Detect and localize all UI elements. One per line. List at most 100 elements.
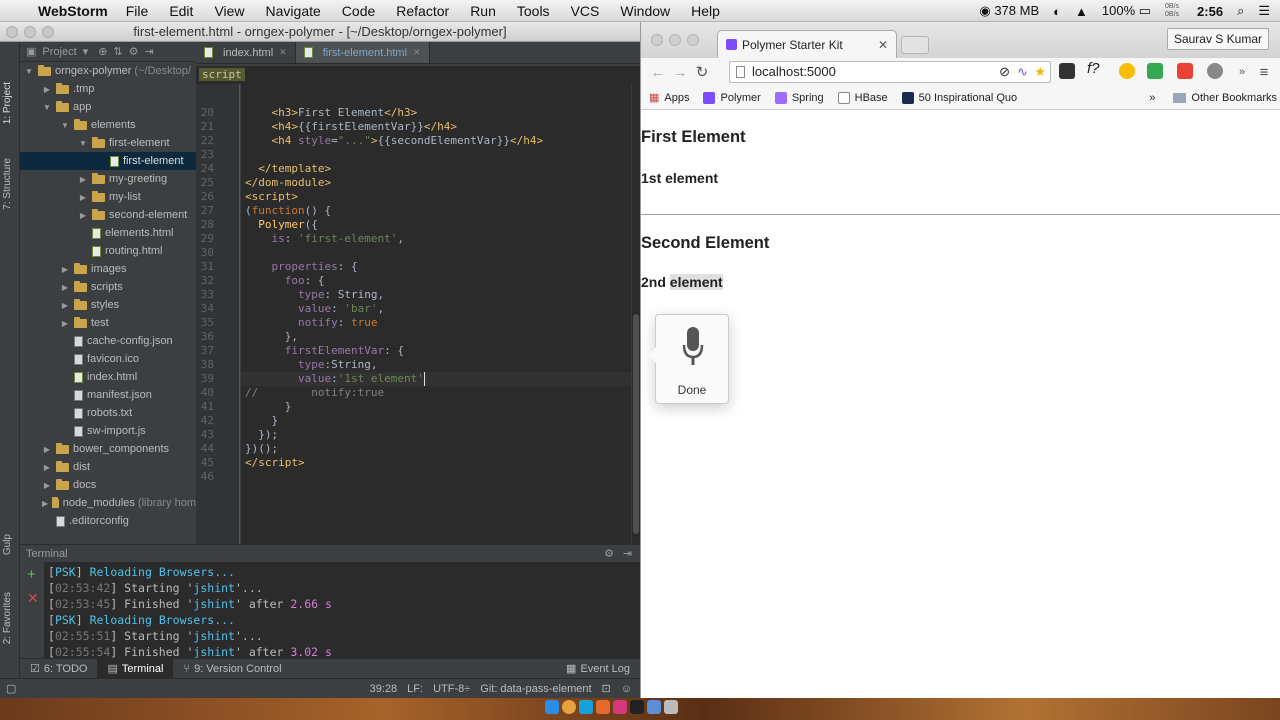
hide-panel-icon[interactable]: ⇥ bbox=[145, 45, 154, 58]
tree-item[interactable]: ▶ node_modules (library hom bbox=[20, 494, 196, 512]
gear-icon[interactable]: ⚙ bbox=[604, 545, 614, 563]
close-tab-icon[interactable]: ✕ bbox=[279, 47, 287, 58]
menu-view[interactable]: View bbox=[214, 3, 244, 19]
chevron-right-icon[interactable]: ▶ bbox=[42, 499, 48, 508]
editor-tab-index-html[interactable]: index.html ✕ bbox=[196, 42, 296, 63]
tree-item[interactable]: ▶ styles bbox=[20, 296, 196, 314]
tree-item[interactable]: ▶ bower_components bbox=[20, 440, 196, 458]
address-bar[interactable]: localhost:5000 ⊘ ∿ ★ bbox=[729, 61, 1051, 83]
chevron-down-icon[interactable]: ▼ bbox=[78, 139, 88, 148]
notification-center-icon[interactable]: ☰ bbox=[1258, 3, 1270, 19]
new-tab-button[interactable] bbox=[901, 36, 929, 54]
menu-window[interactable]: Window bbox=[620, 3, 670, 19]
chrome-icon[interactable] bbox=[562, 700, 576, 714]
browser-tab[interactable]: Polymer Starter Kit ✕ bbox=[717, 30, 897, 58]
chevron-right-icon[interactable]: ▶ bbox=[42, 85, 52, 94]
caret-position[interactable]: 39:28 bbox=[370, 683, 398, 695]
close-tab-icon[interactable]: ✕ bbox=[878, 38, 888, 52]
chevron-down-icon[interactable]: ▾ bbox=[83, 45, 89, 58]
tree-item[interactable]: ▶ scripts bbox=[20, 278, 196, 296]
chevron-right-icon[interactable]: ▶ bbox=[42, 481, 52, 490]
chevron-down-icon[interactable]: ▼ bbox=[60, 121, 70, 130]
other-bookmarks[interactable]: Other Bookmarks bbox=[1173, 92, 1277, 104]
extension-icon[interactable]: ∿ bbox=[1017, 62, 1028, 82]
back-icon[interactable]: ← bbox=[647, 64, 669, 81]
extension-fx-icon[interactable]: f? bbox=[1087, 60, 1103, 77]
menu-run[interactable]: Run bbox=[470, 3, 496, 19]
lock-icon[interactable]: ⊡ bbox=[602, 682, 611, 695]
chrome-menu-icon[interactable]: ≡ bbox=[1253, 64, 1275, 81]
menu-file[interactable]: File bbox=[126, 3, 149, 19]
status-toggle-icon[interactable]: ▢ bbox=[6, 682, 16, 695]
trash-icon[interactable] bbox=[664, 700, 678, 714]
zoom-window-button[interactable] bbox=[687, 34, 699, 46]
menu-vcs[interactable]: VCS bbox=[571, 3, 600, 19]
menu-navigate[interactable]: Navigate bbox=[266, 3, 321, 19]
tree-item[interactable]: ▶ docs bbox=[20, 476, 196, 494]
minimize-window-button[interactable] bbox=[24, 26, 36, 38]
chevron-down-icon[interactable]: ▼ bbox=[42, 103, 52, 112]
chevron-right-icon[interactable]: ▶ bbox=[78, 193, 88, 202]
tree-item[interactable]: .editorconfig bbox=[20, 512, 196, 530]
chevron-right-icon[interactable]: ▶ bbox=[42, 445, 52, 454]
tree-item[interactable]: ▶ my-greeting bbox=[20, 170, 196, 188]
forward-icon[interactable]: → bbox=[669, 64, 691, 81]
tree-item[interactable]: index.html bbox=[20, 368, 196, 386]
chevron-right-icon[interactable]: ▶ bbox=[42, 463, 52, 472]
structure-tool-tab[interactable]: 7: Structure bbox=[2, 158, 13, 210]
bookmark-star-icon[interactable]: ★ bbox=[1034, 62, 1046, 82]
minimize-window-button[interactable] bbox=[669, 34, 681, 46]
extension-pinwheel-icon[interactable] bbox=[1147, 63, 1163, 79]
favorites-tool-tab[interactable]: 2: Favorites bbox=[2, 592, 13, 644]
tree-item[interactable]: ▼ app bbox=[20, 98, 196, 116]
extension-drive-icon[interactable] bbox=[1177, 63, 1193, 79]
tree-item[interactable]: ▼ elements bbox=[20, 116, 196, 134]
chevron-right-icon[interactable]: ▶ bbox=[60, 301, 70, 310]
chevron-down-icon[interactable]: ▼ bbox=[24, 67, 34, 76]
new-session-icon[interactable]: + bbox=[27, 566, 36, 583]
menu-edit[interactable]: Edit bbox=[169, 3, 193, 19]
tree-item[interactable]: sw-import.js bbox=[20, 422, 196, 440]
project-tool-tab[interactable]: 1: Project bbox=[2, 82, 13, 124]
tree-item[interactable]: favicon.ico bbox=[20, 350, 196, 368]
tab-terminal[interactable]: ▤ Terminal bbox=[97, 658, 174, 679]
file-encoding[interactable]: UTF-8÷ bbox=[433, 683, 470, 695]
extension-m-icon[interactable] bbox=[1059, 63, 1075, 79]
clock[interactable]: 2:56 bbox=[1197, 4, 1223, 19]
tree-item[interactable]: ▶ .tmp bbox=[20, 80, 196, 98]
upload-icon[interactable]: ▲ bbox=[1075, 4, 1088, 19]
menu-code[interactable]: Code bbox=[342, 3, 375, 19]
chevron-right-icon[interactable]: ▶ bbox=[60, 319, 70, 328]
terminal-app-icon[interactable] bbox=[630, 700, 644, 714]
target-icon[interactable]: ⊕ bbox=[98, 45, 107, 58]
tree-item[interactable]: ▶ my-list bbox=[20, 188, 196, 206]
extension-check-icon[interactable] bbox=[1207, 63, 1223, 79]
memory-status[interactable]: ◉ 378 MB bbox=[979, 3, 1039, 19]
webstorm-icon[interactable] bbox=[579, 700, 593, 714]
more-bookmarks-icon[interactable]: » bbox=[1149, 92, 1155, 104]
terminal-output[interactable]: [PSK] Reloading Browsers... [02:53:42] St… bbox=[44, 562, 640, 674]
editor-tab-first-element-html[interactable]: first-element.html ✕ bbox=[295, 42, 430, 63]
music-icon[interactable] bbox=[647, 700, 661, 714]
close-session-icon[interactable]: ✕ bbox=[27, 590, 39, 607]
reload-icon[interactable]: ↻ bbox=[691, 63, 713, 81]
tree-item[interactable]: ▼ first-element bbox=[20, 134, 196, 152]
editor-scrollbar[interactable] bbox=[631, 84, 640, 544]
gulp-tool-tab[interactable]: Gulp bbox=[2, 534, 13, 555]
zoom-window-button[interactable] bbox=[42, 26, 54, 38]
menu-refactor[interactable]: Refactor bbox=[396, 3, 449, 19]
tree-item[interactable]: ▶ second-element bbox=[20, 206, 196, 224]
tree-item[interactable]: ▶ images bbox=[20, 260, 196, 278]
blocked-icon[interactable]: ⊘ bbox=[999, 62, 1010, 82]
tree-item[interactable]: ▶ test bbox=[20, 314, 196, 332]
chevron-right-icon[interactable]: ▶ bbox=[60, 265, 70, 274]
bookmark-spring[interactable]: Spring bbox=[774, 91, 824, 104]
git-branch[interactable]: Git: data-pass-element bbox=[480, 683, 591, 695]
code-editor[interactable]: <h3>First Element</h3> <h4>{{firstElemen… bbox=[241, 84, 631, 544]
tree-item[interactable]: cache-config.json bbox=[20, 332, 196, 350]
inspector-icon[interactable]: ☺ bbox=[621, 683, 632, 695]
tree-item[interactable]: manifest.json bbox=[20, 386, 196, 404]
finder-icon[interactable] bbox=[545, 700, 559, 714]
tree-item[interactable]: first-element bbox=[20, 152, 196, 170]
menu-tools[interactable]: Tools bbox=[517, 3, 550, 19]
